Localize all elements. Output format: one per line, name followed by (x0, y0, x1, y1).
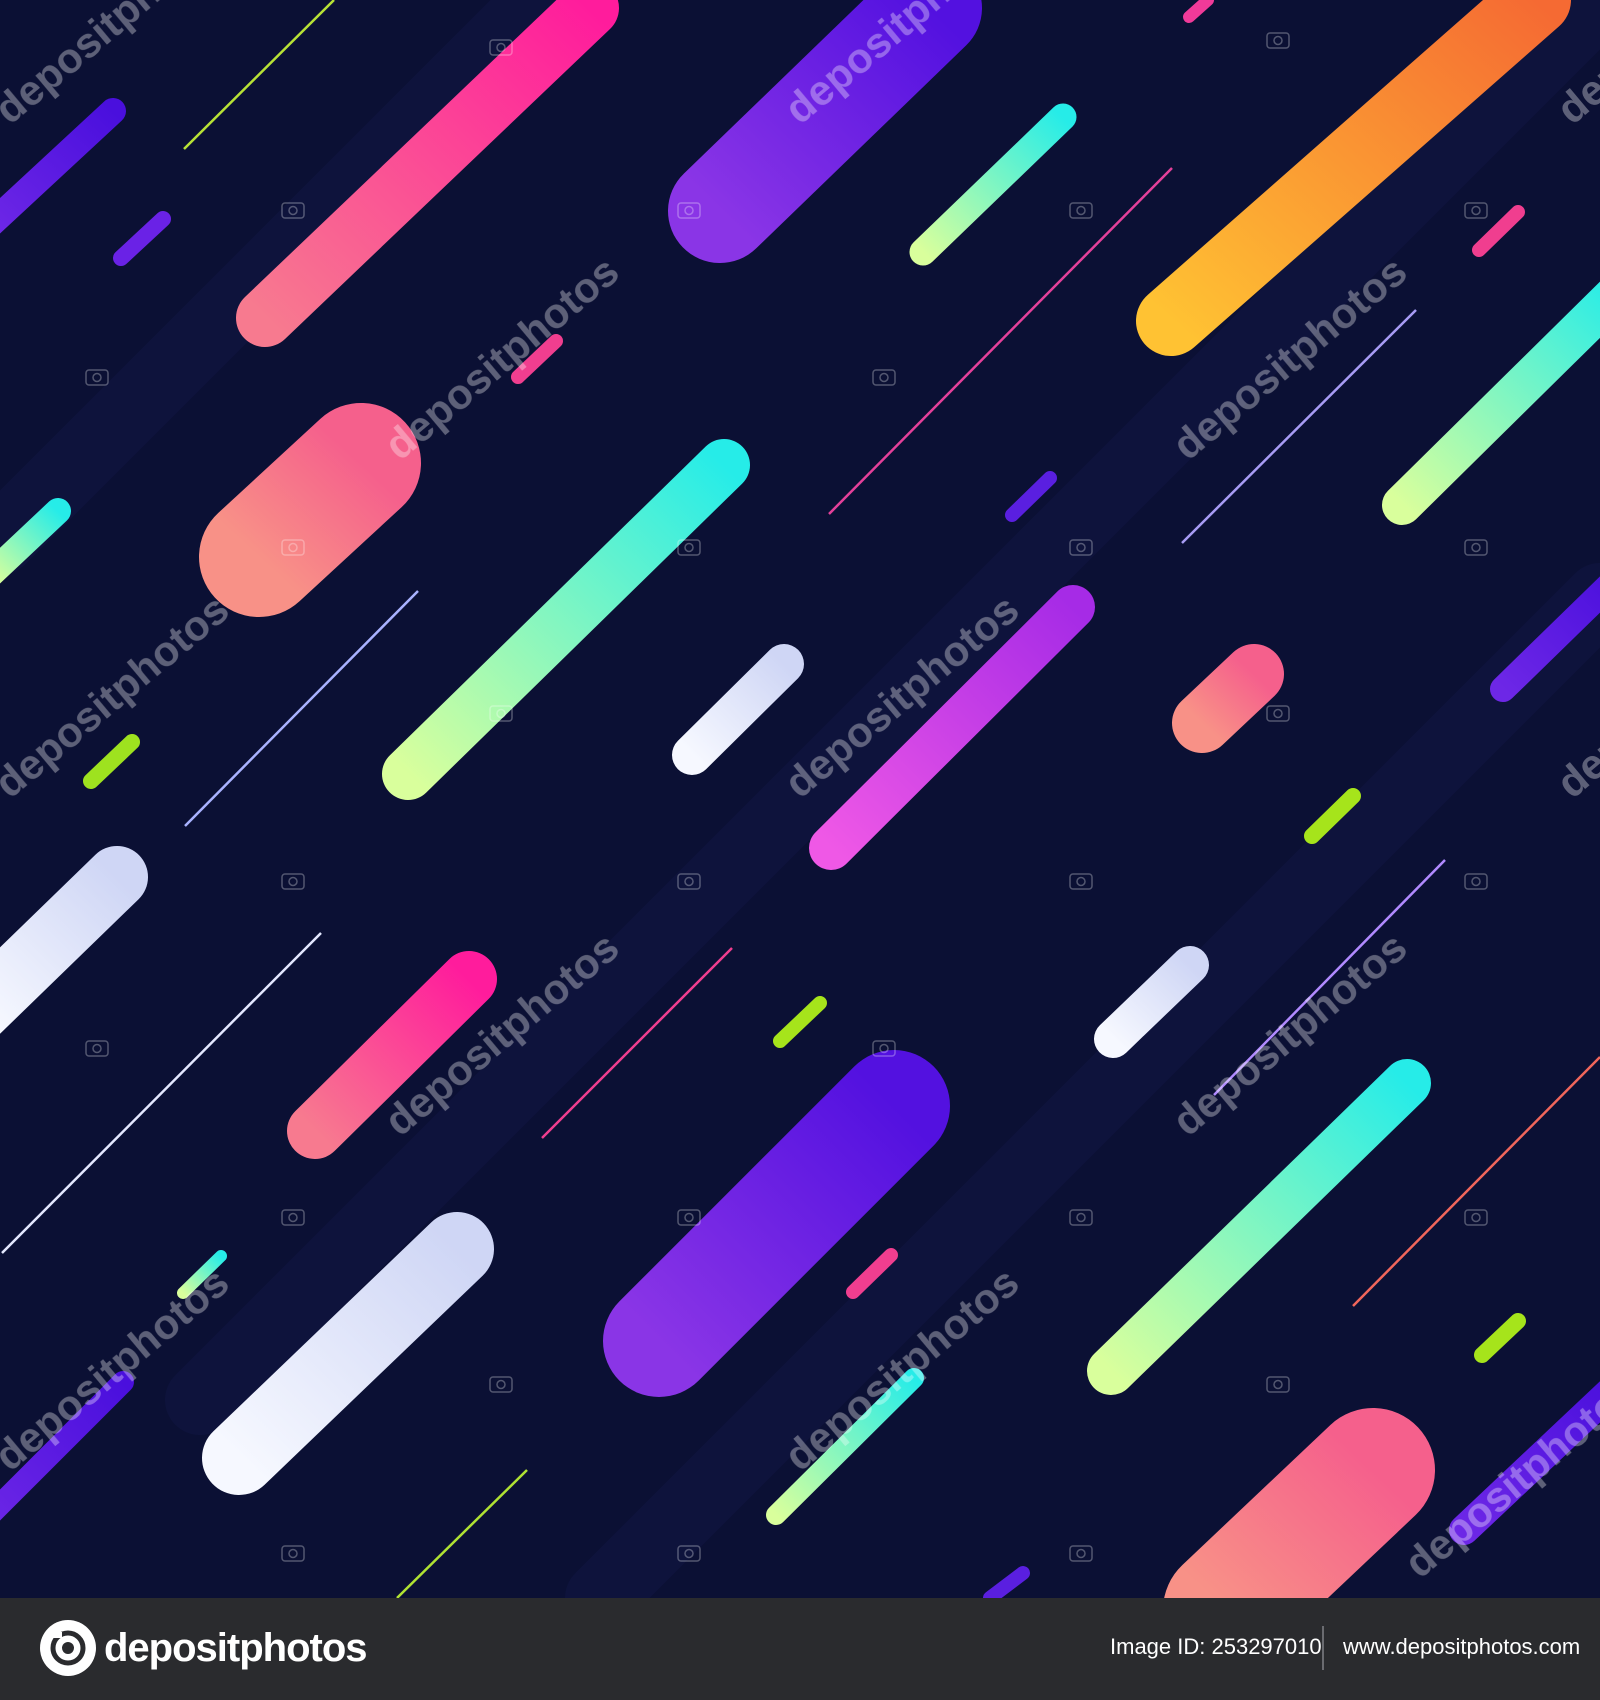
depositphotos-logo-icon (40, 1620, 96, 1676)
pill (199, 403, 421, 617)
image-id-label: Image ID: 253297010 (1110, 1634, 1322, 1659)
pill (1172, 644, 1284, 753)
footer-divider (1322, 1626, 1324, 1670)
site-url-link[interactable]: www.depositphotos.com (1343, 1634, 1580, 1660)
footer-bar: depositphotos Image ID: 253297010 www.de… (0, 1598, 1600, 1700)
brand-name: depositphotos (104, 1625, 368, 1670)
abstract-artwork: depositphotos depositphotos depositphoto… (0, 0, 1600, 1598)
brand-logo[interactable]: depositphotos (40, 1620, 368, 1676)
